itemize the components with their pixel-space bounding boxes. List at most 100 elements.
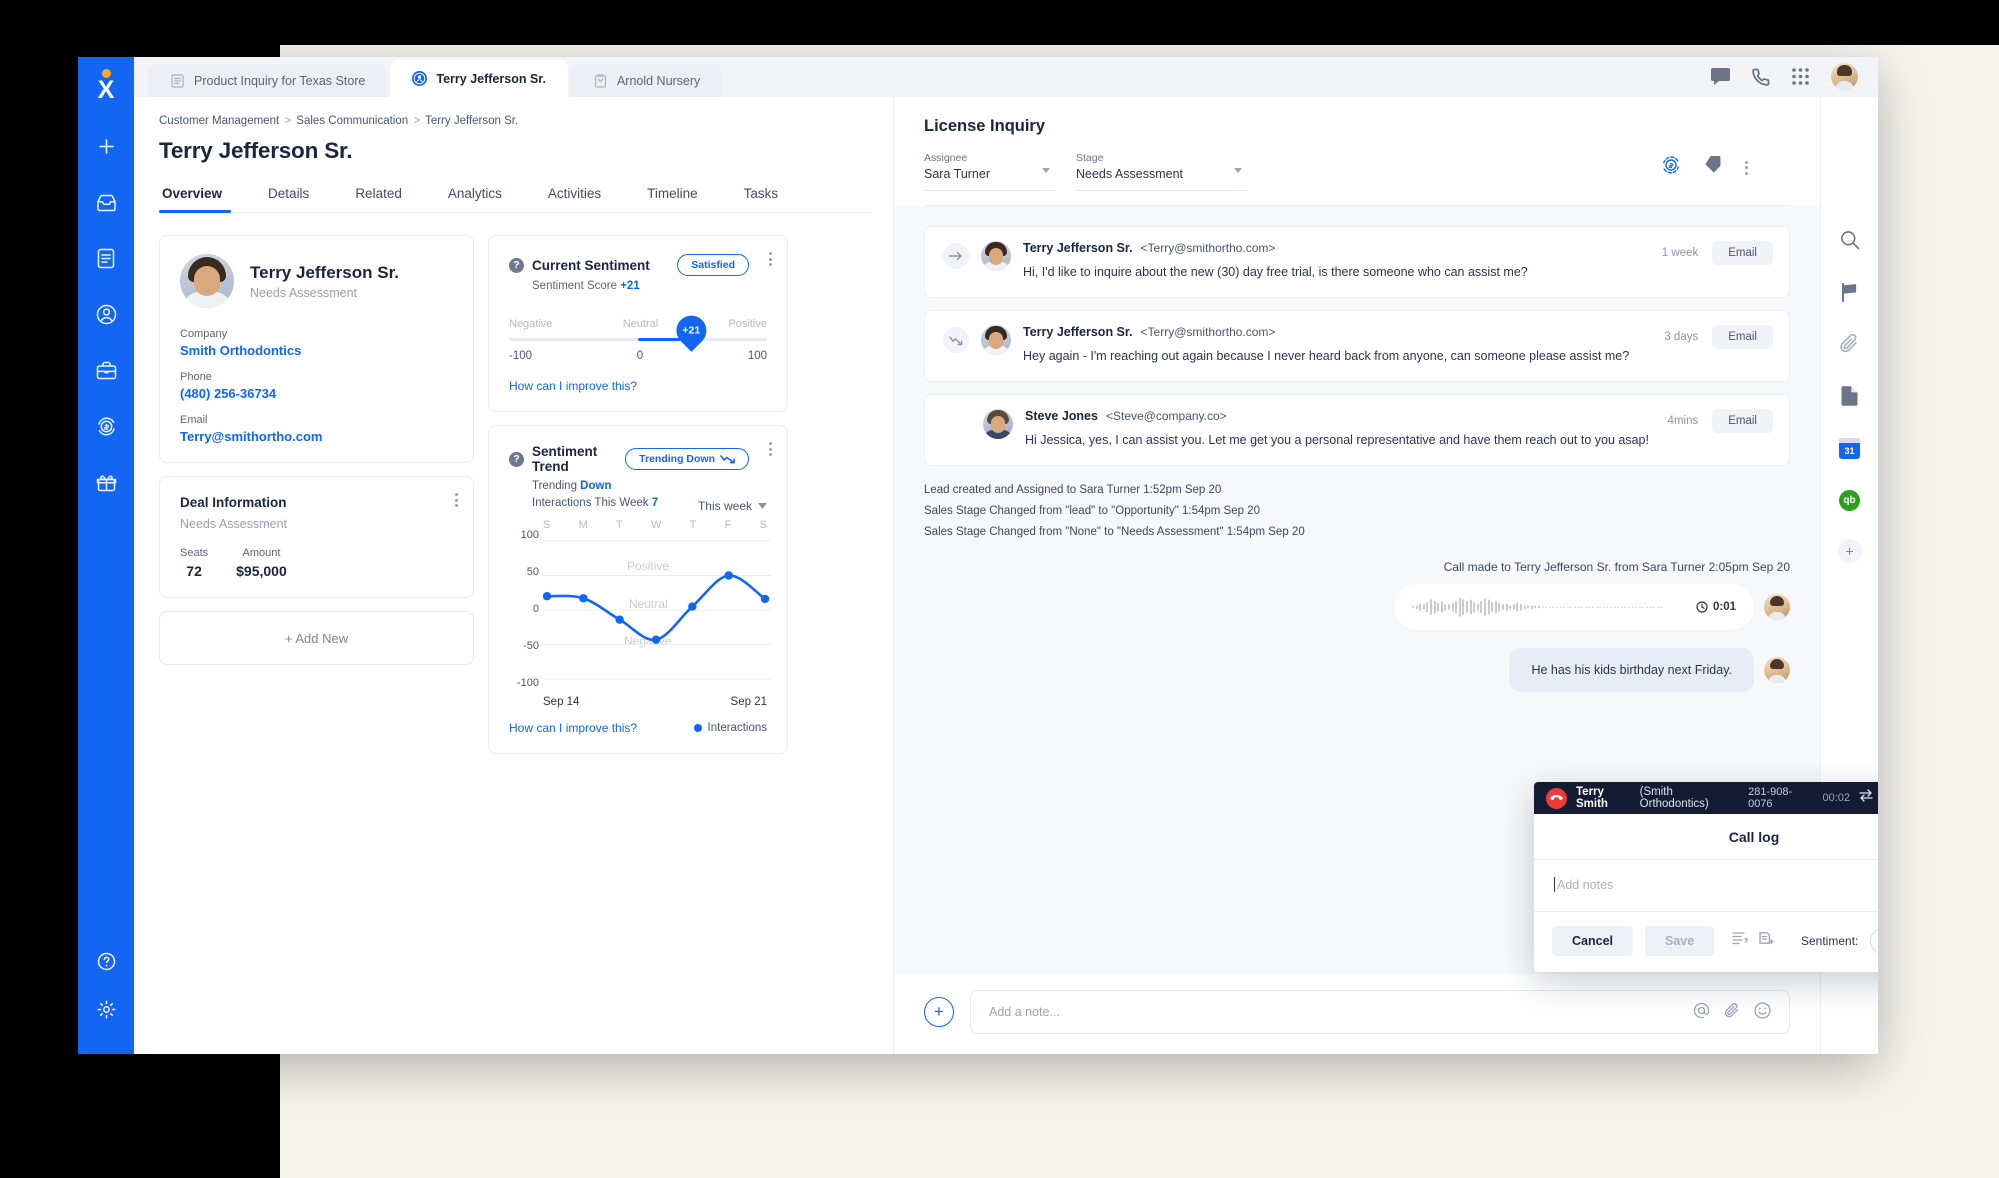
sidebar-item-briefcase[interactable] (89, 353, 123, 387)
call-caller-name: Terry Smith (1576, 786, 1608, 810)
message-item[interactable]: Steve Jones <Steve@company.co> Hi Jessic… (924, 394, 1790, 467)
slider-handle[interactable] (687, 334, 698, 345)
sidebar-item-contacts[interactable] (89, 297, 123, 331)
attachment-icon[interactable] (1837, 331, 1863, 357)
add-icon[interactable]: + (1837, 539, 1862, 563)
transcript-icon[interactable] (1732, 931, 1749, 951)
message-channel-chip[interactable]: Email (1712, 325, 1773, 350)
inquiry-more-icon[interactable] (1745, 160, 1748, 175)
sidebar-item-deals[interactable] (89, 409, 123, 443)
help-circle-icon[interactable]: ? (509, 257, 524, 273)
waveform-bar (1451, 602, 1454, 612)
sidebar-item-documents[interactable] (89, 241, 123, 275)
tab-arnold-nursery[interactable]: Arnold Nursery (570, 64, 723, 97)
apps-grid-icon[interactable] (1792, 68, 1809, 85)
transfer-icon[interactable] (1859, 789, 1873, 807)
data-point[interactable] (688, 601, 697, 611)
help-circle-icon[interactable]: ? (509, 451, 524, 467)
call-notes-input[interactable]: Add notes (1534, 860, 1878, 912)
quickbooks-icon[interactable]: qb (1837, 487, 1863, 513)
field-value[interactable]: Smith Orthodontics (180, 343, 453, 358)
waveform[interactable] (1412, 596, 1684, 618)
sidebar-item-gift[interactable] (89, 465, 123, 499)
activity-log-entry: Lead created and Assigned to Sara Turner… (924, 484, 1222, 497)
save-button[interactable]: Save (1645, 926, 1715, 956)
tag-icon[interactable] (1703, 155, 1723, 179)
data-point[interactable] (579, 593, 588, 602)
tab-related[interactable]: Related (332, 180, 425, 212)
message-item[interactable]: Terry Jefferson Sr. <Terry@smithortho.co… (924, 226, 1790, 299)
hangup-icon[interactable] (1546, 787, 1567, 809)
user-avatar[interactable] (1831, 63, 1858, 90)
day-label: T (616, 518, 623, 531)
sidebar-item-inbox[interactable] (89, 185, 123, 219)
waveform-bar (1509, 605, 1512, 610)
stage-select[interactable]: Stage Needs Assessment (1076, 152, 1246, 191)
app-logo[interactable]: X (91, 69, 121, 103)
message-item[interactable]: Terry Jefferson Sr. <Terry@smithortho.co… (924, 310, 1790, 383)
improve-link[interactable]: How can I improve this? (509, 721, 637, 735)
attachment-icon[interactable] (1724, 1002, 1740, 1022)
sidebar-item-add[interactable] (89, 129, 123, 163)
note-input[interactable]: Add a note... (970, 990, 1790, 1034)
voice-message-player[interactable]: 0:01 (1394, 584, 1754, 631)
tab-tasks[interactable]: Tasks (721, 180, 802, 212)
tab-timeline[interactable]: Timeline (624, 180, 721, 212)
tab-terry-jefferson[interactable]: Terry Jefferson Sr. (390, 60, 568, 97)
field-value[interactable]: (480) 256-36734 (180, 386, 453, 401)
mention-icon[interactable] (1693, 1002, 1710, 1022)
call-log-dialog[interactable]: Terry Smith (Smith Orthodontics) 281-908… (1534, 782, 1878, 972)
tab-overview[interactable]: Overview (159, 180, 245, 213)
call-company: (Smith Orthodontics) (1639, 786, 1709, 810)
deal-dollar-icon[interactable] (1661, 155, 1681, 180)
tab-product-inquiry[interactable]: Product Inquiry for Texas Store (148, 64, 388, 97)
sentiment-select[interactable]: Neutral (1870, 928, 1878, 954)
flag-icon[interactable] (1837, 279, 1863, 305)
data-point[interactable] (615, 614, 624, 624)
tab-analytics[interactable]: Analytics (425, 180, 525, 212)
data-point[interactable] (543, 591, 552, 600)
range-select[interactable]: This week (698, 499, 767, 513)
help-icon[interactable] (89, 944, 123, 978)
breadcrumb-item-1[interactable]: Sales Communication (296, 115, 408, 127)
tab-activities[interactable]: Activities (525, 180, 624, 212)
sentiment-status-badge[interactable]: Satisfied (677, 254, 749, 276)
cancel-button[interactable]: Cancel (1552, 926, 1633, 956)
field-value[interactable]: Terry@smithortho.com (180, 429, 453, 444)
file-icon[interactable] (1837, 383, 1863, 409)
trend-card-header: ? Sentiment Trend Trending Down (509, 444, 767, 474)
calendar-icon[interactable]: 31 (1837, 435, 1863, 461)
trend-status-badge[interactable]: Trending Down (625, 448, 749, 470)
settings-gear-icon[interactable] (89, 992, 123, 1026)
voice-duration-value: 0:01 (1712, 601, 1736, 614)
emoji-icon[interactable] (1754, 1002, 1771, 1022)
deal-card-more-icon[interactable] (455, 493, 458, 507)
sentiment-slider[interactable]: +21 (509, 309, 767, 352)
phone-icon[interactable] (1752, 68, 1770, 86)
waveform-bar (1592, 606, 1594, 609)
waveform-bar (1530, 605, 1533, 610)
tab-details[interactable]: Details (245, 180, 332, 212)
search-icon[interactable] (1837, 227, 1863, 253)
chat-icon[interactable] (1711, 68, 1730, 85)
add-document-icon[interactable] (1759, 931, 1775, 951)
deal-card-title: Deal Information (180, 495, 287, 510)
trend-card-more-icon[interactable] (769, 442, 772, 456)
breadcrumb-item-2[interactable]: Terry Jefferson Sr. (425, 115, 518, 127)
add-attachment-button[interactable]: + (924, 997, 954, 1027)
data-point[interactable] (760, 594, 770, 603)
improve-link[interactable]: How can I improve this? (509, 379, 767, 393)
data-point[interactable] (724, 570, 733, 580)
waveform-bar (1556, 606, 1558, 609)
message-channel-chip[interactable]: Email (1712, 241, 1773, 265)
message-body: Steve Jones <Steve@company.co> Hi Jessic… (1025, 409, 1771, 449)
breadcrumb-item-0[interactable]: Customer Management (159, 115, 279, 127)
sentiment-card-more-icon[interactable] (769, 252, 772, 266)
data-point[interactable] (651, 634, 661, 644)
message-channel-chip[interactable]: Email (1712, 409, 1773, 434)
waveform-bar (1602, 606, 1605, 609)
breadcrumb-sep: > (284, 115, 292, 127)
message-body: Terry Jefferson Sr. <Terry@smithortho.co… (1023, 241, 1771, 281)
add-new-button[interactable]: + Add New (159, 611, 474, 665)
assignee-select[interactable]: Assignee Sara Turner (924, 152, 1054, 191)
